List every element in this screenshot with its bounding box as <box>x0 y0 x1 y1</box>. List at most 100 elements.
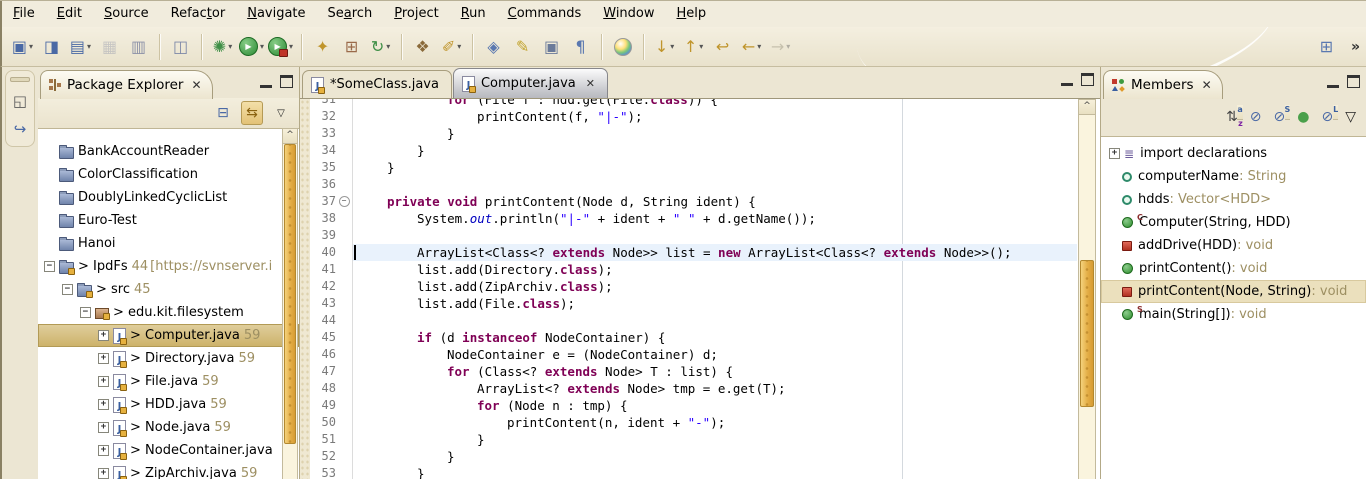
menu-item-project[interactable]: Project <box>383 2 450 26</box>
collapse-icon[interactable]: − <box>80 307 91 318</box>
previous-annotation-button[interactable]: ↑▾ <box>679 33 708 61</box>
pin-editor-button[interactable]: ◈ <box>479 33 508 61</box>
tree-item-ziparchiv-java[interactable]: +> ZipArchiv.java59 <box>38 462 299 479</box>
code-text[interactable]: } <box>352 431 1077 448</box>
code-line-41[interactable]: 41list.add(Directory.class); <box>300 261 1077 278</box>
editor-body[interactable]: 31for (File f : hdd.get(File.class)) {32… <box>300 99 1100 479</box>
code-text[interactable]: NodeContainer e = (NodeContainer) d; <box>352 346 1077 363</box>
member-item-printcontent-[interactable]: printContent() : void <box>1101 257 1366 280</box>
chevron-down-icon[interactable]: ▾ <box>260 42 264 51</box>
tree-item-euro-test[interactable]: −Euro-Test <box>38 209 299 232</box>
code-text[interactable]: list.add(Directory.class); <box>352 261 1077 278</box>
code-line-53[interactable]: 53} <box>300 465 1077 479</box>
tree-item-node-java[interactable]: +> Node.java59 <box>38 416 299 439</box>
member-item-main-string-[interactable]: Smain(String[]) : void <box>1101 303 1366 326</box>
code-line-40[interactable]: 40ArrayList<Class<? extends Node>> list … <box>300 244 1077 261</box>
minimize-button[interactable] <box>1061 74 1073 86</box>
code-line-35[interactable]: 35} <box>300 159 1077 176</box>
collapse-icon[interactable]: − <box>44 261 55 272</box>
tree-item-edu-kit-filesystem[interactable]: −> edu.kit.filesystem <box>38 301 299 324</box>
chevron-down-icon[interactable]: ▾ <box>699 42 703 51</box>
code-line-44[interactable]: 44 <box>300 312 1077 329</box>
close-icon[interactable]: ✕ <box>586 77 595 90</box>
code-area[interactable]: 31for (File f : hdd.get(File.class)) {32… <box>300 99 1077 479</box>
maximize-button[interactable] <box>1347 75 1360 88</box>
scrollbar-thumb[interactable] <box>284 144 296 444</box>
view-menu-icon[interactable]: ▽ <box>271 102 291 124</box>
restore-views-button[interactable]: ◱ <box>13 92 27 110</box>
minimize-button[interactable] <box>1327 76 1339 88</box>
code-line-51[interactable]: 51} <box>300 431 1077 448</box>
chevron-down-icon[interactable]: ▾ <box>289 42 293 51</box>
editor-tab--someclass-java[interactable]: *SomeClass.java <box>302 70 452 98</box>
code-line-38[interactable]: 38System.out.println("|-" + ident + " " … <box>300 210 1077 227</box>
open-type-button[interactable]: ❖ <box>408 33 437 61</box>
open-view-button[interactable]: ↪ <box>14 120 27 138</box>
code-text[interactable] <box>352 227 1077 244</box>
collapse-all-button[interactable]: ⊟ <box>213 102 233 124</box>
maximize-button[interactable] <box>280 75 293 88</box>
code-text[interactable]: ArrayList<Class<? extends Node>> list = … <box>352 244 1077 261</box>
code-text[interactable]: private void printContent(Node d, String… <box>352 193 1077 210</box>
editor-tab-computer-java[interactable]: Computer.java✕ <box>453 68 608 98</box>
menu-item-search[interactable]: Search <box>317 2 384 26</box>
tree-item-directory-java[interactable]: +> Directory.java59 <box>38 347 299 370</box>
code-text[interactable] <box>352 176 1077 193</box>
run-button[interactable]: ▶▾ <box>237 33 266 61</box>
code-text[interactable] <box>352 312 1077 329</box>
code-text[interactable]: list.add(File.class); <box>352 295 1077 312</box>
code-line-37[interactable]: 37−private void printContent(Node d, Str… <box>300 193 1077 210</box>
toolbar-overflow-button[interactable]: » <box>1351 39 1360 55</box>
expand-icon[interactable]: + <box>1109 148 1120 159</box>
expand-icon[interactable]: + <box>98 376 109 387</box>
external-tools-button[interactable]: ▶▾ <box>266 33 295 61</box>
view-menu-button[interactable]: ▽ <box>1345 109 1356 125</box>
menu-item-help[interactable]: Help <box>666 2 718 26</box>
chevron-down-icon[interactable]: ▾ <box>87 42 91 51</box>
open-perspective-button[interactable]: ⊞ <box>1312 33 1341 61</box>
code-line-48[interactable]: 48ArrayList<? extends Node> tmp = e.get(… <box>300 380 1077 397</box>
members-tab[interactable]: Members ✕ <box>1103 70 1223 99</box>
last-edit-location-button[interactable]: ↩ <box>708 33 737 61</box>
sort-button[interactable]: ⇅az <box>1226 109 1238 125</box>
code-line-31[interactable]: 31for (File f : hdd.get(File.class)) { <box>300 99 1077 108</box>
show-public-button[interactable]: ● <box>1297 109 1309 125</box>
show-whitespace-button[interactable]: ¶ <box>566 33 595 61</box>
scrollbar-thumb[interactable] <box>1080 260 1094 407</box>
debug-button[interactable]: ✺▾ <box>208 33 237 61</box>
chevron-down-icon[interactable]: ▾ <box>786 42 790 51</box>
menu-item-window[interactable]: Window <box>592 2 665 26</box>
code-line-42[interactable]: 42list.add(ZipArchiv.class); <box>300 278 1077 295</box>
menu-item-refactor[interactable]: Refactor <box>160 2 237 26</box>
update-button[interactable]: ↻▾ <box>366 33 395 61</box>
code-text[interactable]: list.add(ZipArchiv.class); <box>352 278 1077 295</box>
hide-static-button[interactable]: ⊘S <box>1274 109 1286 125</box>
member-item-hdds[interactable]: hdds : Vector<HDD> <box>1101 188 1366 211</box>
hide-local-types-button[interactable]: ⊘L <box>1321 109 1333 125</box>
menu-item-navigate[interactable]: Navigate <box>236 2 316 26</box>
scroll-up-icon[interactable]: ^ <box>283 129 297 144</box>
code-line-33[interactable]: 33} <box>300 125 1077 142</box>
link-with-editor-button[interactable]: ⇆ <box>241 101 263 125</box>
expand-icon[interactable]: + <box>98 399 109 410</box>
tree-item-doublylinkedcycliclist[interactable]: −DoublyLinkedCyclicList <box>38 186 299 209</box>
menu-item-file[interactable]: File <box>2 2 46 26</box>
code-line-46[interactable]: 46NodeContainer e = (NodeContainer) d; <box>300 346 1077 363</box>
code-line-52[interactable]: 52} <box>300 448 1077 465</box>
expand-icon[interactable]: + <box>98 330 109 341</box>
member-item-computername[interactable]: computerName : String <box>1101 165 1366 188</box>
collapse-icon[interactable]: − <box>62 284 73 295</box>
code-line-32[interactable]: 32printContent(f, "|-"); <box>300 108 1077 125</box>
tree-item-nodecontainer-java[interactable]: +> NodeContainer.java <box>38 439 299 462</box>
code-line-39[interactable]: 39 <box>300 227 1077 244</box>
chevron-down-icon[interactable]: ▾ <box>228 42 232 51</box>
next-annotation-button[interactable]: ↓▾ <box>650 33 679 61</box>
highlight-button[interactable]: ✎ <box>508 33 537 61</box>
expand-icon[interactable]: + <box>98 468 109 479</box>
close-icon[interactable]: ✕ <box>191 78 201 92</box>
code-text[interactable]: } <box>352 125 1077 142</box>
member-item-computer-string-hdd-[interactable]: CComputer(String, HDD) <box>1101 211 1366 234</box>
hide-fields-button[interactable]: ⊘ <box>1250 109 1262 125</box>
code-line-50[interactable]: 50printContent(n, ident + "-"); <box>300 414 1077 431</box>
code-text[interactable]: } <box>352 142 1077 159</box>
